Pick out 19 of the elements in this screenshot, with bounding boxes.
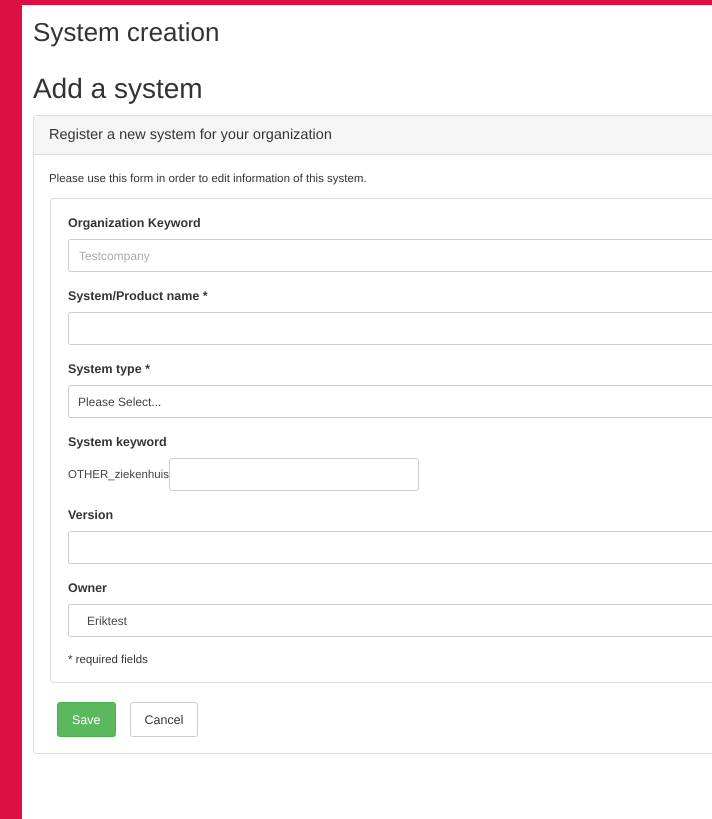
text-field[interactable]: [68, 312, 712, 345]
field-label: System/Product name *: [68, 289, 209, 303]
form-title: Add a system: [33, 73, 204, 105]
field-label: System type *: [68, 362, 151, 376]
required-note: * required fields: [68, 654, 149, 666]
cancel-button[interactable]: Cancel: [130, 702, 198, 737]
page-title: System creation: [33, 17, 220, 47]
select-field[interactable]: Eriktest: [68, 604, 712, 637]
form-description: Please use this form in order to edit information of this system.: [49, 173, 368, 185]
field-label: Version: [68, 508, 114, 522]
text-field[interactable]: [68, 531, 712, 564]
text-field[interactable]: [168, 458, 419, 491]
field-label: Organization Keyword: [68, 216, 202, 230]
field-label: System keyword: [68, 435, 168, 449]
text-field[interactable]: Testcompany: [68, 239, 712, 272]
keyword-prefix: OTHER_ziekenhuis: [68, 468, 169, 480]
panel-header: Register a new system for your organization: [34, 116, 712, 155]
select-field[interactable]: Please Select...: [68, 385, 712, 418]
field-label: Owner: [68, 581, 108, 595]
